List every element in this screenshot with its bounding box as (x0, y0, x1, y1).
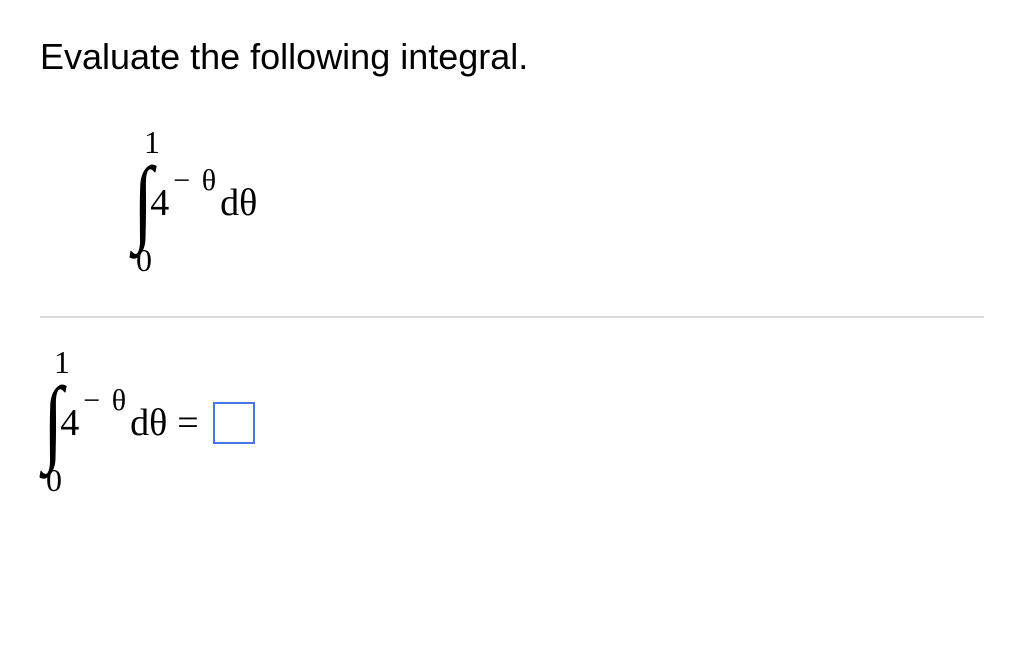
answer-core: ∫ 4 − θ dθ = (40, 384, 255, 458)
differential: dθ (220, 180, 257, 222)
question-prompt: Evaluate the following integral. (40, 36, 984, 78)
integrand: 4 − θ (150, 164, 218, 238)
section-divider (40, 316, 984, 318)
integrand-exponent: − θ (83, 386, 128, 416)
equals-sign: = (177, 400, 198, 442)
question-page: Evaluate the following integral. 1 ∫ 4 −… (0, 0, 1024, 496)
answer-expression: 1 ∫ 4 − θ dθ = 0 (40, 346, 984, 496)
integral-display: 1 ∫ 4 − θ dθ 0 (130, 126, 984, 276)
integrand-base: 4 (150, 180, 169, 222)
answer-input[interactable] (213, 402, 255, 444)
integrand: 4 − θ (60, 384, 128, 458)
integrand-base: 4 (60, 400, 79, 442)
integral-core: ∫ 4 − θ dθ (130, 164, 257, 238)
differential: dθ (130, 400, 167, 442)
integral-sign-icon: ∫ (43, 392, 63, 450)
integral-sign-icon: ∫ (133, 172, 153, 230)
integrand-exponent: − θ (173, 166, 218, 196)
